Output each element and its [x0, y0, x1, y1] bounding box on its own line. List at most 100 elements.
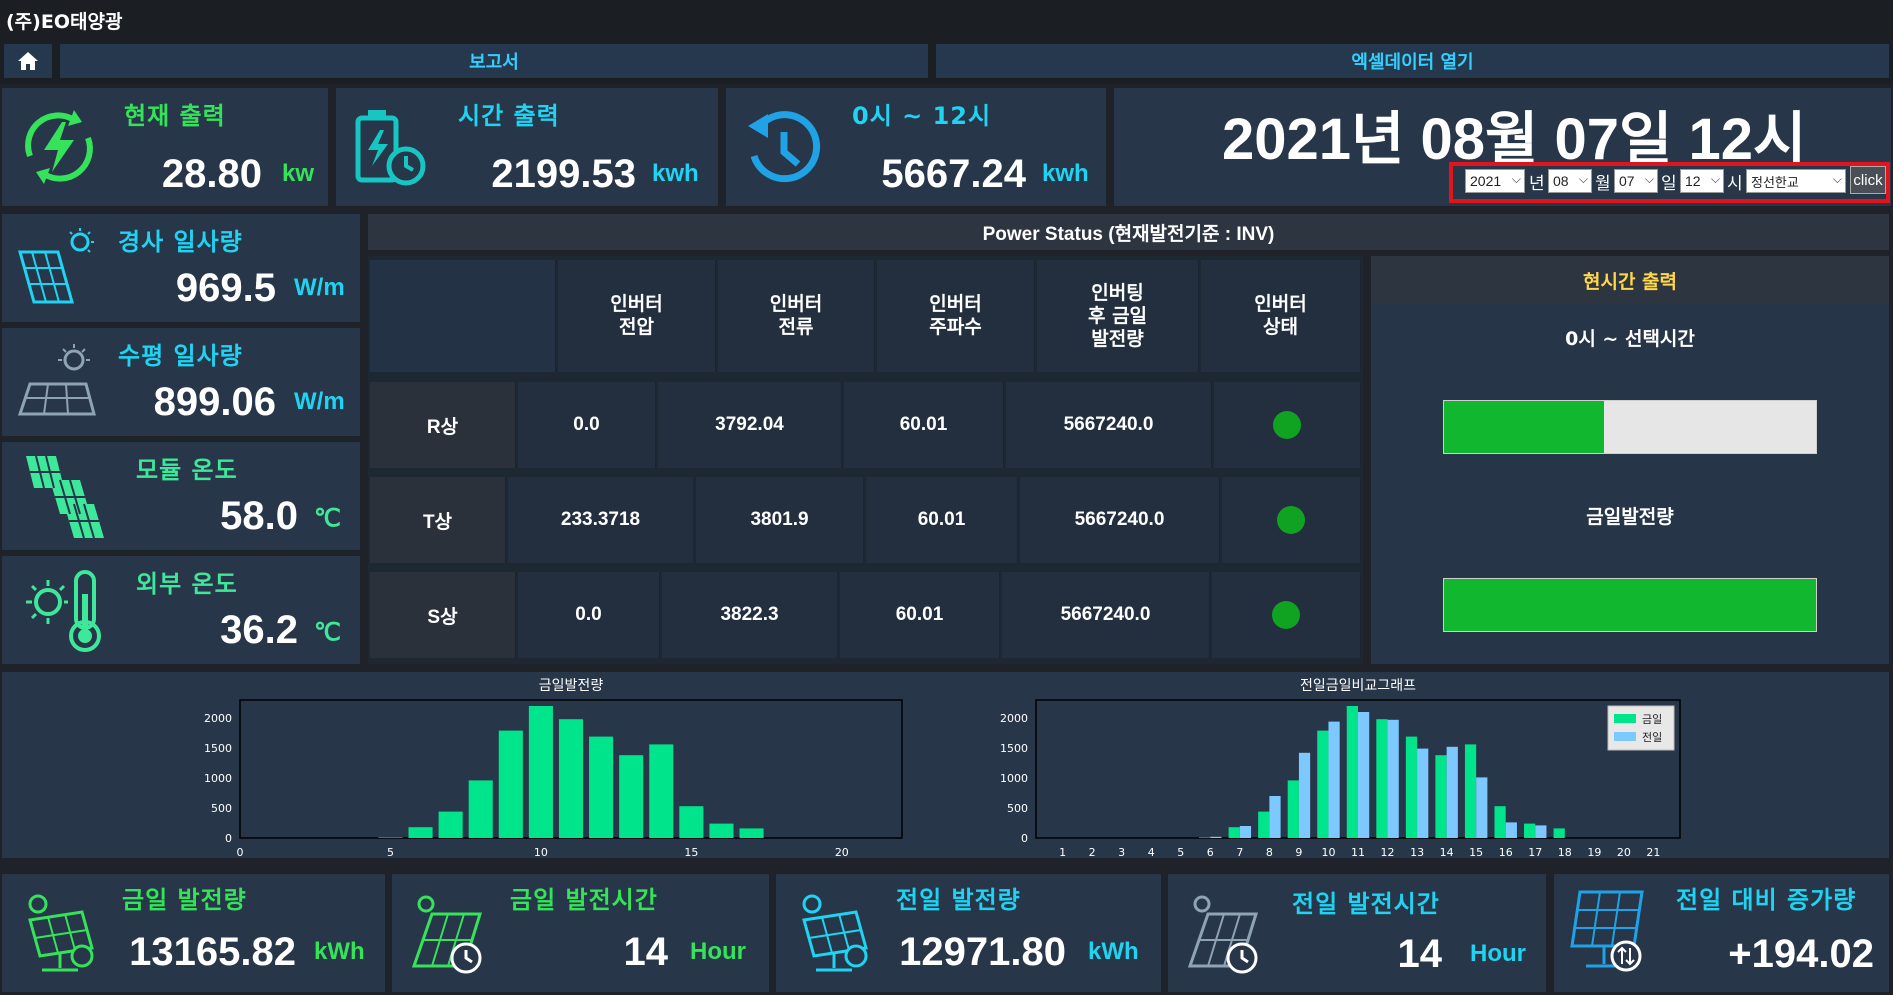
x-tick-label: 16 [1499, 846, 1513, 858]
header-current: 인버터 전류 [718, 260, 875, 372]
bar [438, 811, 463, 838]
y-tick-label: 500 [211, 802, 232, 815]
voltage-cell: 0.0 [518, 382, 656, 468]
bar [528, 706, 553, 838]
frequency-cell: 60.01 [866, 477, 1018, 563]
y-tick-label: 1500 [1000, 742, 1028, 755]
sun-thermometer-icon [26, 570, 101, 652]
today-energy-title: 금일 발전량 [122, 886, 247, 914]
hour-select-value: 12 [1685, 173, 1701, 189]
bar [739, 828, 764, 838]
flat-solar-panel-icon [17, 344, 96, 416]
bar-yesterday [1239, 826, 1252, 838]
power-cycle-icon [25, 110, 93, 184]
range-output-card: 0시 ~ 12시 5667.24 kwh [726, 88, 1106, 206]
status-cell [1212, 572, 1361, 658]
y-tick-label: 1000 [204, 772, 232, 785]
energy-cell: 5667240.0 [1002, 572, 1210, 658]
site-select[interactable]: 정선한교 ⌵ [1746, 169, 1846, 193]
yesterday-hours-value: 14 [1397, 932, 1443, 976]
year-select[interactable]: 2021 ⌵ [1465, 169, 1525, 193]
hour-label: 시 [1727, 174, 1743, 194]
header-energy: 인버팅 후 금일 발전량 [1037, 260, 1199, 372]
current-output-unit: kw [282, 160, 315, 187]
bar [679, 806, 704, 838]
x-tick-label: 5 [1177, 846, 1184, 858]
hourly-output-title: 시간 출력 [458, 102, 560, 130]
report-button[interactable]: 보고서 [60, 44, 928, 78]
day-label: 일 [1661, 174, 1677, 194]
x-tick-label: 15 [684, 846, 698, 858]
today-hours-card: 금일 발전시간 14 Hour [392, 874, 769, 992]
bar [378, 837, 403, 838]
excel-open-button[interactable]: 엑셀데이터 열기 [936, 44, 1889, 78]
y-tick-label: 1500 [204, 742, 232, 755]
legend-swatch [1614, 732, 1636, 741]
hourly-output-value: 2199.53 [491, 152, 636, 196]
legend-label: 전일 [1642, 730, 1662, 744]
x-tick-label: 3 [1118, 846, 1125, 858]
header-status: 인버터 상태 [1201, 260, 1361, 372]
tilted-solar-panel-icon [18, 228, 94, 304]
site-select-value: 정선한교 [1751, 174, 1799, 190]
header-frequency-label: 인버터 주파수 [929, 293, 982, 338]
month-label: 월 [1595, 174, 1611, 194]
horizontal-irradiance-title: 수평 일사량 [118, 342, 243, 370]
today-generation-chart: 금일발전량 0 500 1000 1500 2000 0 5 10 15 20 [204, 678, 903, 858]
home-button[interactable] [4, 44, 52, 78]
x-tick-label: 12 [1381, 846, 1395, 858]
range-progress-bar [1443, 400, 1817, 454]
daily-progress-fill [1444, 579, 1816, 631]
x-tick-label: 14 [1440, 846, 1454, 858]
module-temp-card: 모듈 온도 58.0 ℃ [2, 442, 360, 550]
today-hours-value: 14 [623, 930, 669, 974]
outdoor-temp-unit: ℃ [314, 619, 341, 646]
bar-yesterday [1476, 777, 1488, 838]
month-select[interactable]: 08 ⌵ [1548, 169, 1592, 193]
bar [468, 780, 493, 838]
header-current-label: 인버터 전류 [769, 293, 823, 338]
x-tick-label: 1 [1059, 846, 1066, 858]
solar-panel-exchange-icon [1570, 890, 1644, 972]
bar-yesterday [1446, 746, 1458, 838]
chart-title: 전일금일비교그래프 [1300, 678, 1416, 694]
y-tick-label: 0 [225, 832, 232, 845]
bar [649, 744, 674, 838]
status-indicator [1277, 506, 1305, 534]
x-tick-label: 5 [387, 846, 394, 858]
day-select[interactable]: 07 ⌵ [1614, 169, 1658, 193]
x-tick-label: 11 [1351, 846, 1365, 858]
power-status-header: 인버터 전압 인버터 전류 인버터 주파수 인버팅 후 금일 발전량 인버터 상… [370, 260, 1361, 372]
bar-yesterday [1417, 748, 1429, 838]
chevron-down-icon: ⌵ [1832, 172, 1842, 186]
yesterday-energy-card: 전일 발전량 12971.80 kWh [776, 874, 1161, 992]
bar-today [1317, 730, 1329, 838]
bar [498, 730, 523, 838]
chart-title: 금일발전량 [539, 678, 604, 694]
hourly-output-card: 시간 출력 2199.53 kwh [336, 88, 718, 206]
click-button[interactable]: click [1850, 166, 1886, 194]
bar-today [1228, 827, 1240, 838]
hour-select[interactable]: 12 ⌵ [1680, 169, 1724, 193]
current-output-value: 28.80 [161, 152, 262, 196]
bar-yesterday [1269, 796, 1281, 838]
header-empty-cell [370, 260, 556, 372]
bar-yesterday [1387, 719, 1399, 838]
chevron-down-icon: ⌵ [1578, 172, 1588, 186]
x-tick-label: 10 [534, 846, 548, 858]
chevron-down-icon: ⌵ [1710, 172, 1720, 186]
outdoor-temp-value: 36.2 [220, 608, 298, 652]
phase-cell: S상 [370, 572, 516, 658]
current-cell: 3822.3 [662, 572, 838, 658]
home-icon [18, 52, 38, 70]
energy-cell: 5667240.0 [1006, 382, 1212, 468]
bar-today [1405, 736, 1418, 838]
bar [558, 719, 584, 838]
bar-today [1494, 806, 1506, 838]
today-energy-value: 13165.82 [129, 930, 296, 974]
table-row: R상 0.0 3792.04 60.01 5667240.0 [370, 382, 1361, 468]
realtime-output-panel: 현시간 출력 0시 ~ 선택시간 금일발전량 [1371, 256, 1889, 664]
bar [619, 755, 644, 838]
range-label: 0시 ~ 선택시간 [1565, 328, 1695, 350]
increase-value: +194.02 [1728, 932, 1874, 976]
